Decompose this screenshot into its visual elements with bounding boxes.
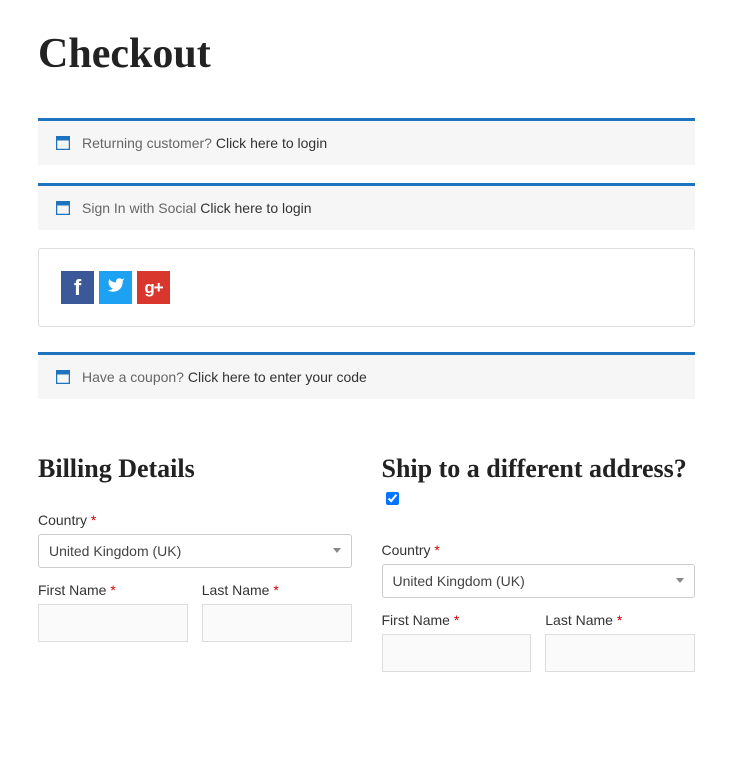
required-mark: *	[434, 542, 439, 558]
required-mark: *	[454, 612, 459, 628]
notice-text: Have a coupon? Click here to enter your …	[82, 369, 367, 385]
label-text: Country	[38, 512, 87, 528]
select-value: United Kingdom (UK)	[49, 543, 181, 559]
twitter-icon	[107, 276, 125, 299]
billing-last-name-label: Last Name *	[202, 582, 352, 598]
notice-text: Returning customer? Click here to login	[82, 135, 327, 151]
billing-first-name-label: First Name *	[38, 582, 188, 598]
required-mark: *	[273, 582, 278, 598]
shipping-country-select[interactable]: United Kingdom (UK)	[382, 564, 696, 598]
social-login-link[interactable]: Click here to login	[200, 200, 311, 216]
chevron-down-icon	[676, 578, 684, 583]
label-text: First Name	[382, 612, 450, 628]
shipping-heading-text: Ship to a different ad­dress?	[382, 454, 687, 483]
returning-customer-notice: Returning customer? Click here to login	[38, 118, 695, 165]
returning-login-link[interactable]: Click here to login	[216, 135, 327, 151]
social-signin-notice: Sign In with Social Click here to login	[38, 183, 695, 230]
window-icon	[56, 201, 70, 215]
twitter-button[interactable]	[99, 271, 132, 304]
shipping-first-name-field: First Name *	[382, 612, 532, 672]
shipping-column: Ship to a different ad­dress? Country * …	[382, 454, 696, 686]
facebook-icon: f	[74, 275, 81, 301]
social-text: Sign In with Social	[82, 200, 196, 216]
billing-country-label: Country *	[38, 512, 352, 528]
label-text: First Name	[38, 582, 106, 598]
coupon-link[interactable]: Click here to enter your code	[188, 369, 367, 385]
window-icon	[56, 370, 70, 384]
billing-first-name-field: First Name *	[38, 582, 188, 642]
social-buttons-panel: f g+	[38, 248, 695, 327]
label-text: Country	[382, 542, 431, 558]
notice-text: Sign In with Social Click here to login	[82, 200, 312, 216]
shipping-first-name-label: First Name *	[382, 612, 532, 628]
shipping-country-label: Country *	[382, 542, 696, 558]
billing-country-field: Country * United Kingdom (UK)	[38, 512, 352, 568]
billing-column: Billing Details Country * United Kingdom…	[38, 454, 352, 686]
coupon-notice: Have a coupon? Click here to enter your …	[38, 352, 695, 399]
chevron-down-icon	[333, 548, 341, 553]
shipping-first-name-input[interactable]	[382, 634, 532, 672]
page-title: Checkout	[38, 30, 695, 78]
shipping-heading: Ship to a different ad­dress?	[382, 454, 696, 514]
facebook-button[interactable]: f	[61, 271, 94, 304]
required-mark: *	[617, 612, 622, 628]
required-mark: *	[110, 582, 115, 598]
google-plus-button[interactable]: g+	[137, 271, 170, 304]
billing-country-select[interactable]: United Kingdom (UK)	[38, 534, 352, 568]
shipping-last-name-input[interactable]	[545, 634, 695, 672]
shipping-last-name-label: Last Name *	[545, 612, 695, 628]
ship-different-checkbox[interactable]	[386, 492, 399, 505]
billing-last-name-input[interactable]	[202, 604, 352, 642]
billing-last-name-field: Last Name *	[202, 582, 352, 642]
billing-first-name-input[interactable]	[38, 604, 188, 642]
billing-heading: Billing Details	[38, 454, 352, 484]
label-text: Last Name	[545, 612, 613, 628]
form-columns: Billing Details Country * United Kingdom…	[38, 454, 695, 686]
window-icon	[56, 136, 70, 150]
google-plus-icon: g+	[144, 278, 162, 298]
label-text: Last Name	[202, 582, 270, 598]
returning-text: Returning customer?	[82, 135, 212, 151]
coupon-text: Have a coupon?	[82, 369, 184, 385]
select-value: United Kingdom (UK)	[393, 573, 525, 589]
shipping-country-field: Country * United Kingdom (UK)	[382, 542, 696, 598]
required-mark: *	[91, 512, 96, 528]
shipping-last-name-field: Last Name *	[545, 612, 695, 672]
